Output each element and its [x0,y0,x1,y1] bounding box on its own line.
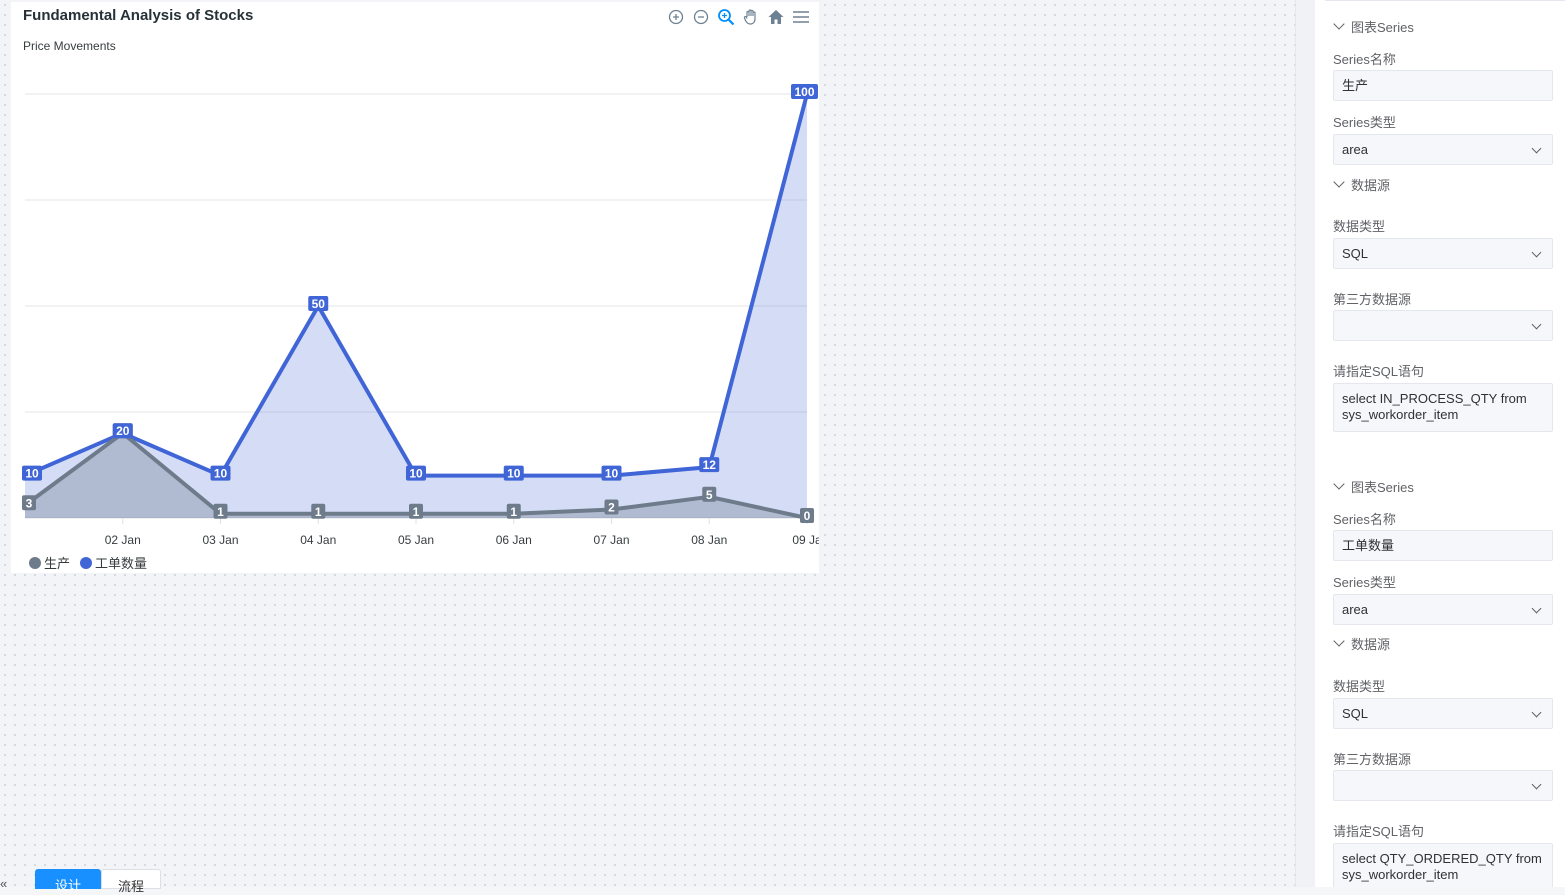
x-tick-label: 08 Jan [691,533,727,547]
bottom-tab-bar: « 设计 流程 [0,866,300,894]
data-type-select[interactable]: SQL [1333,698,1553,729]
chevron-down-icon [1333,176,1345,188]
data-label: 1 [510,505,517,519]
select-value: area [1342,602,1369,617]
series-section-header[interactable]: 图表Series [1333,17,1414,36]
tab-design[interactable]: 设计 [35,869,101,893]
series-name-input[interactable]: 工单数量 [1333,530,1553,561]
chevron-down-icon [1333,478,1345,490]
x-tick-label: 04 Jan [300,533,336,547]
chevron-down-icon [1531,247,1542,258]
x-tick-label: 07 Jan [593,533,629,547]
legend-label: 生产 [44,556,71,571]
chart-widget[interactable]: Fundamental Analysis of Stocks Price Mov… [11,2,819,573]
data-label: 0 [804,509,811,523]
series-type-label: Series类型 [1333,115,1396,130]
legend-item-series-1[interactable]: 生产 [29,553,70,572]
series-type-select[interactable]: area [1333,594,1553,625]
chevron-down-icon [1531,779,1542,790]
third-party-source-select[interactable] [1333,310,1553,341]
series-name-input[interactable]: 生产 [1333,70,1553,101]
data-label: 1 [217,505,224,519]
series-type-label: Series类型 [1333,575,1396,590]
design-canvas[interactable]: Fundamental Analysis of Stocks Price Mov… [0,0,1295,894]
data-label: 100 [794,85,814,99]
panel-divider[interactable] [1295,0,1315,887]
datasource-section-header[interactable]: 数据源 [1333,175,1391,194]
select-value: area [1342,142,1369,157]
section-title: 图表Series [1351,20,1414,35]
section-title: 数据源 [1351,637,1391,652]
data-label: 5 [706,488,713,502]
data-label: 12 [703,458,717,472]
properties-panel: 图表Series Series名称 生产 Series类型 area 数据源 数… [1315,0,1565,887]
x-tick-label: 06 Jan [496,533,532,547]
sql-textarea[interactable]: select QTY_ORDERED_QTY from sys_workorde… [1333,843,1553,887]
data-label: 3 [26,496,33,510]
collapse-icon[interactable]: « [0,876,7,891]
chevron-down-icon [1531,707,1542,718]
data-label: 10 [25,467,39,481]
legend-label: 工单数量 [95,556,148,571]
third-party-source-select[interactable] [1333,770,1553,801]
x-tick-label: 05 Jan [398,533,434,547]
legend-marker-icon [80,556,93,569]
legend-marker-icon [29,556,41,569]
section-title: 图表Series [1351,480,1414,495]
data-type-label: 数据类型 [1333,219,1386,234]
x-tick-label: 09 Ja [792,533,819,547]
series-name-label: Series名称 [1333,512,1396,527]
x-tick-label: 03 Jan [202,533,238,547]
select-value: SQL [1342,246,1369,261]
chevron-down-icon [1531,143,1542,154]
data-label: 50 [312,297,326,311]
series-section-header[interactable]: 图表Series [1333,477,1414,496]
divider [1325,0,1565,1]
sql-label: 请指定SQL语句 [1333,364,1425,379]
data-type-select[interactable]: SQL [1333,238,1553,269]
chart-legend: 生产 工单数量 [29,553,147,572]
data-type-label: 数据类型 [1333,679,1386,694]
series-name-label: Series名称 [1333,52,1396,67]
legend-item-series-2[interactable]: 工单数量 [80,553,147,572]
sql-label: 请指定SQL语句 [1333,824,1425,839]
data-label: 10 [409,467,423,481]
data-label: 1 [413,505,420,519]
data-label: 20 [116,424,130,438]
chevron-down-icon [1531,603,1542,614]
data-label: 1 [315,505,322,519]
data-label: 10 [214,467,228,481]
chevron-down-icon [1333,18,1345,30]
series-line-2 [24,93,809,478]
third-party-source-label: 第三方数据源 [1333,752,1412,767]
chevron-down-icon [1531,319,1542,330]
select-value: SQL [1342,706,1369,721]
data-label: 2 [608,501,615,515]
third-party-source-label: 第三方数据源 [1333,292,1412,307]
sql-textarea[interactable]: select IN_PROCESS_QTY from sys_workorder… [1333,383,1553,432]
series-type-select[interactable]: area [1333,134,1553,165]
data-label: 10 [507,467,521,481]
data-label: 10 [605,467,619,481]
chart-plot: 02 Jan 03 Jan 04 Jan 05 Jan 06 Jan 07 Jan 08 J… [22,84,819,547]
section-title: 数据源 [1351,178,1391,193]
chevron-down-icon [1333,635,1345,647]
x-tick-label: 02 Jan [105,533,141,547]
datasource-section-header[interactable]: 数据源 [1333,634,1391,653]
tab-flow[interactable]: 流程 [101,869,161,894]
